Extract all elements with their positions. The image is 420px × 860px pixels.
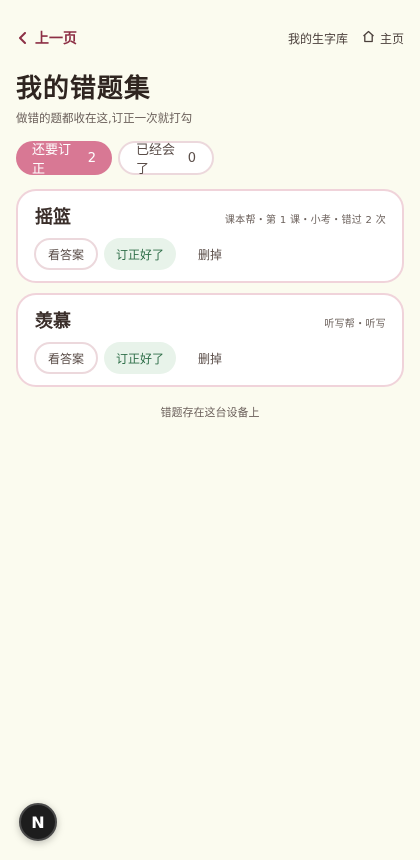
- badge-letter: N: [31, 812, 45, 832]
- view-answer-button[interactable]: 看答案: [34, 238, 98, 270]
- view-answer-button[interactable]: 看答案: [34, 342, 98, 374]
- home-label: 主页: [379, 31, 404, 46]
- mistake-card: 摇篮 课本帮・第 1 课・小考・错过 2 次 看答案 订正好了 删掉: [16, 189, 404, 283]
- card-meta: 听写帮・听写: [324, 319, 386, 330]
- mistake-card: 羡慕 听写帮・听写 看答案 订正好了 删掉: [16, 293, 404, 387]
- mark-fixed-button[interactable]: 订正好了: [104, 342, 176, 374]
- card-word: 羡慕: [35, 311, 71, 332]
- my-words-label: 我的生字库: [287, 31, 348, 46]
- top-bar: 上一页 我的生字库 主页: [0, 0, 420, 76]
- card-meta: 课本帮・第 1 课・小考・错过 2 次: [224, 215, 386, 226]
- card-word: 摇篮: [35, 207, 71, 228]
- mark-fixed-button[interactable]: 订正好了: [104, 238, 176, 270]
- tab-mastered[interactable]: 已经会了 0: [118, 141, 214, 177]
- home-icon: [362, 30, 375, 46]
- tab-to-correct[interactable]: 还要订正 2: [16, 141, 112, 177]
- tab-count: 2: [87, 150, 96, 166]
- n-badge-button[interactable]: N: [19, 803, 57, 841]
- card-actions: 看答案 订正好了 删掉: [34, 238, 238, 270]
- page-title: 我的错题集: [16, 74, 152, 104]
- delete-button[interactable]: 删掉: [182, 342, 238, 374]
- delete-button[interactable]: 删掉: [182, 238, 238, 270]
- tab-count: 0: [187, 150, 196, 166]
- page-subtitle: 做错的题都收在这,订正一次就打勾: [16, 111, 193, 125]
- my-words-link[interactable]: 我的生字库: [288, 30, 348, 47]
- tab-label: 还要订正: [32, 143, 72, 177]
- back-button[interactable]: 上一页: [18, 28, 77, 48]
- chevron-left-icon: [18, 32, 27, 44]
- storage-note: 错题存在这台设备上: [160, 406, 260, 419]
- home-link[interactable]: 主页: [362, 30, 404, 47]
- filter-tabs: 还要订正 2 已经会了 0: [16, 141, 214, 177]
- tab-label: 已经会了: [136, 143, 176, 177]
- back-label: 上一页: [35, 31, 77, 47]
- card-actions: 看答案 订正好了 删掉: [34, 342, 238, 374]
- top-links: 我的生字库 主页: [288, 28, 404, 48]
